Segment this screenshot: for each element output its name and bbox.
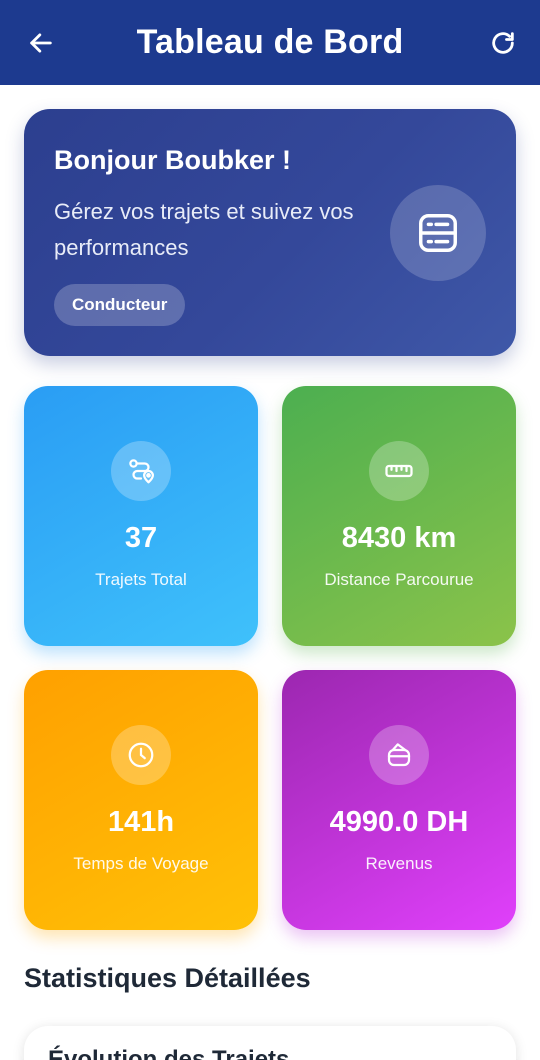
welcome-greeting: Bonjour Boubker ! xyxy=(54,145,291,175)
clock-icon-container xyxy=(111,725,171,785)
app-bar: Tableau de Bord xyxy=(0,0,540,85)
section-title: Statistiques Détaillées xyxy=(24,963,311,993)
welcome-card: Bonjour Boubker ! Gérez vos trajets et s… xyxy=(24,109,516,356)
distance-value: 8430 km xyxy=(341,522,457,554)
welcome-subtitle: Gérez vos trajets et suivez vos performa… xyxy=(54,199,354,260)
time-value: 141h xyxy=(107,806,175,838)
route-icon xyxy=(129,459,154,484)
revenue-value: 4990.0 DH xyxy=(329,806,469,838)
stat-card-time[interactable]: 141h Temps de Voyage xyxy=(24,670,258,930)
arrow-left-icon xyxy=(30,33,52,53)
ruler-icon-container xyxy=(369,441,429,501)
stat-card-revenue[interactable]: 4990.0 DH Revenus xyxy=(282,670,516,930)
time-label: Temps de Voyage xyxy=(73,854,209,873)
distance-label: Distance Parcourue xyxy=(324,570,474,589)
back-button[interactable] xyxy=(24,26,58,60)
wallet-icon xyxy=(387,743,411,767)
trips-value: 37 xyxy=(124,522,158,554)
chart-title: Évolution des Trajets xyxy=(48,1046,290,1060)
page-title: Tableau de Bord xyxy=(136,23,404,61)
route-icon-container xyxy=(111,441,171,501)
ruler-icon xyxy=(385,464,413,478)
refresh-icon xyxy=(492,32,514,54)
refresh-button[interactable] xyxy=(486,26,520,60)
stat-card-trips[interactable]: 37 Trajets Total xyxy=(24,386,258,646)
dashboard-icon-container xyxy=(390,185,486,281)
clock-icon xyxy=(128,742,154,768)
stat-card-distance[interactable]: 8430 km Distance Parcourue xyxy=(282,386,516,646)
trips-evolution-card: Évolution des Trajets xyxy=(24,1026,516,1060)
revenue-label: Revenus xyxy=(365,854,433,873)
wallet-icon-container xyxy=(369,725,429,785)
trips-label: Trajets Total xyxy=(95,570,187,589)
dashboard-icon xyxy=(419,214,457,252)
role-badge: Conducteur xyxy=(54,284,186,326)
